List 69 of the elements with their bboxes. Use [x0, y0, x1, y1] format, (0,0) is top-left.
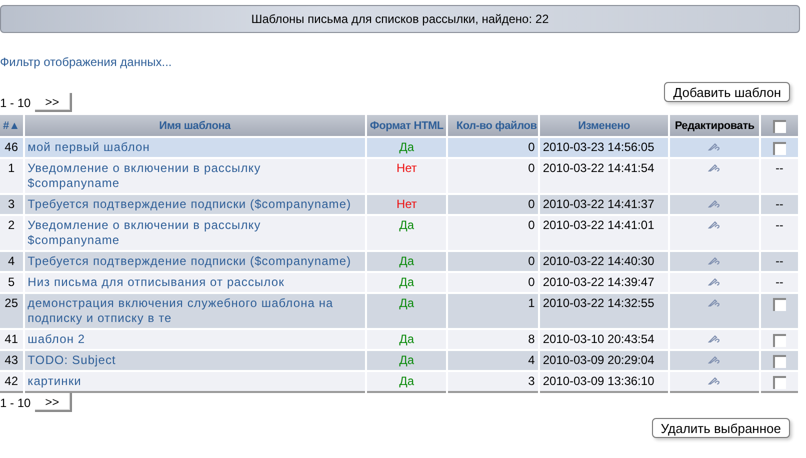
table-cell: 2010-03-22 14:41:37	[538, 194, 670, 215]
table-cell: 25	[0, 293, 24, 329]
next-page-button[interactable]: >>	[34, 93, 72, 112]
table-cell: 2010-03-22 14:40:30	[538, 251, 670, 272]
no-select-dash: --	[775, 161, 784, 175]
table-row[interactable]: 3 Требуется подтверждение подписки ($companyname) Нет 0 2010-03-22 14:41:37 --	[0, 194, 799, 215]
table-cell: 2010-03-09 20:29:04	[538, 350, 670, 371]
html-format-cell: Да	[366, 350, 448, 371]
table-cell: 2010-03-22 14:39:47	[538, 272, 670, 293]
column-header[interactable]: Формат HTML	[366, 115, 448, 137]
table-row[interactable]: 5 Низ письма для отписывания от рассылок Да 0 2010-03-22 14:39:47 --	[0, 272, 799, 293]
delete-selected-button[interactable]: Удалить выбранное	[652, 418, 790, 438]
column-header[interactable]: Кол-во файлов	[447, 115, 539, 137]
next-page-button[interactable]: >>	[34, 393, 72, 412]
page-range: 1 - 10	[0, 96, 31, 110]
no-select-dash: --	[775, 254, 784, 268]
html-format-cell: Да	[366, 251, 448, 272]
table-row[interactable]: 42 картинки Да 3 2010-03-09 13:36:10	[0, 371, 799, 392]
table-cell: 8	[447, 329, 539, 350]
html-format-cell: Да	[366, 215, 448, 251]
table-cell: 0	[447, 194, 539, 215]
column-header[interactable]: Редактировать	[669, 115, 760, 137]
table-row[interactable]: 2 Уведомление о включении в рассылку $companyname Да 0 2010-03-22 14:41:01 --	[0, 215, 799, 251]
html-format-cell: Нет	[366, 194, 448, 215]
html-format-cell: Да	[366, 371, 448, 392]
filter-link[interactable]: Фильтр отображения данных...	[0, 55, 800, 69]
table-row[interactable]: 4 Требуется подтверждение подписки ($companyname) Да 0 2010-03-22 14:40:30 --	[0, 251, 799, 272]
column-header[interactable]: #▲	[0, 115, 24, 137]
table-cell: 2010-03-22 14:41:54	[538, 158, 670, 194]
table-row[interactable]: 43 TODO: Subject Да 4 2010-03-09 20:29:04	[0, 350, 799, 371]
no-select-dash: --	[775, 218, 784, 232]
html-format-cell: Да	[366, 293, 448, 329]
table-cell: 0	[447, 215, 539, 251]
table-cell: 0	[447, 251, 539, 272]
column-header[interactable]: Имя шаблона	[24, 115, 366, 137]
html-format-cell: Да	[366, 137, 448, 158]
table-row[interactable]: 1 Уведомление о включении в рассылку $companyname Нет 0 2010-03-22 14:41:54 --	[0, 158, 799, 194]
table-cell: 2010-03-09 13:36:10	[538, 371, 670, 392]
table-cell: 1	[0, 158, 24, 194]
table-cell: 41	[0, 329, 24, 350]
table-cell: 5	[0, 272, 24, 293]
html-format-cell: Да	[366, 272, 448, 293]
table-cell: 46	[0, 137, 24, 158]
table-cell: 4	[0, 251, 24, 272]
table-cell: 42	[0, 371, 24, 392]
table-cell: 0	[447, 158, 539, 194]
table-cell: 1	[447, 293, 539, 329]
table-cell: 2010-03-10 20:43:54	[538, 329, 670, 350]
table-cell: 2010-03-22 14:41:01	[538, 215, 670, 251]
page-title-bar: Шаблоны письма для списков рассылки, найдено: 22	[0, 5, 800, 33]
table-cell: 4	[447, 350, 539, 371]
table-cell: 2010-03-22 14:32:55	[538, 293, 670, 329]
no-select-dash: --	[775, 197, 784, 211]
table-cell: 3	[0, 194, 24, 215]
table-row[interactable]: 25 демонстрация включения служебного шаблона на подписку и отписку в те Да 1 2010-03-22 14:32:55	[0, 293, 799, 329]
add-template-button[interactable]: Добавить шаблон	[664, 82, 790, 102]
column-header[interactable]: Изменено	[538, 115, 670, 137]
no-select-dash: --	[775, 275, 784, 289]
html-format-cell: Да	[366, 329, 448, 350]
html-format-cell: Нет	[366, 158, 448, 194]
table-cell: 0	[447, 137, 539, 158]
table-row[interactable]: 46 мой первый шаблон Да 0 2010-03-23 14:56:05	[0, 137, 799, 158]
page-range: 1 - 10	[0, 396, 31, 410]
table-cell: 3	[447, 371, 539, 392]
table-row[interactable]: 41 шаблон 2 Да 8 2010-03-10 20:43:54	[0, 329, 799, 350]
table-cell: 2	[0, 215, 24, 251]
table-cell: 43	[0, 350, 24, 371]
table-cell: 0	[447, 272, 539, 293]
table-cell: 2010-03-23 14:56:05	[538, 137, 670, 158]
